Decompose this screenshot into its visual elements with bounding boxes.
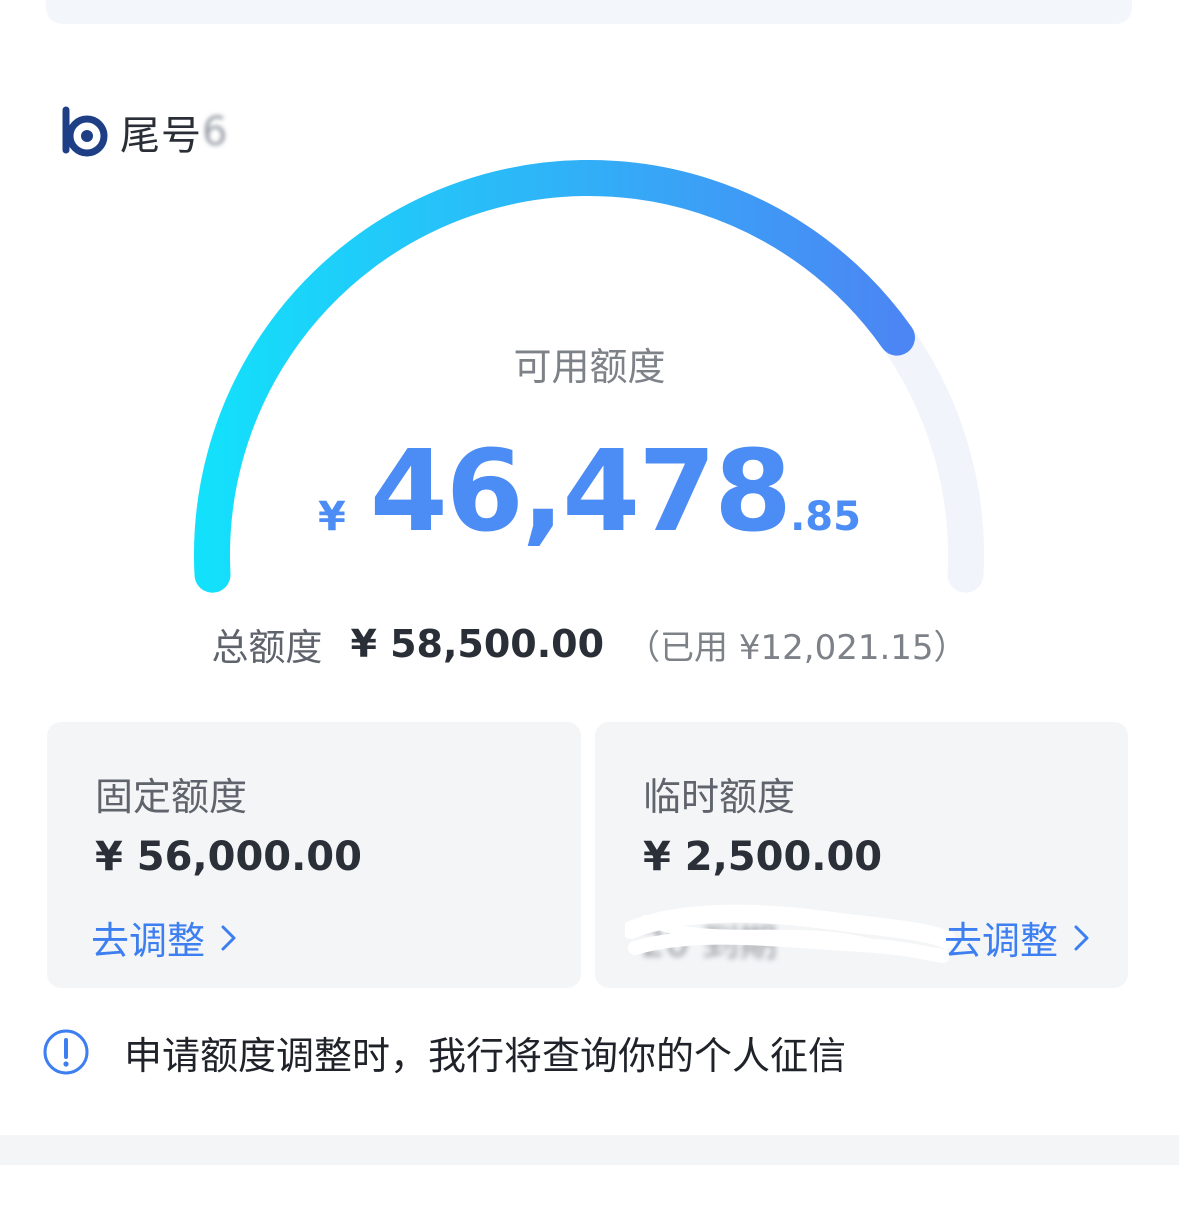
fixed-adjust-label: 去调整 bbox=[91, 919, 206, 963]
chevron-right-icon bbox=[1074, 925, 1089, 950]
temporary-credit-title: 临时额度 bbox=[643, 775, 796, 819]
chevron-right-icon bbox=[221, 925, 236, 950]
temporary-adjust-link[interactable]: 去调整 bbox=[944, 910, 1092, 965]
temporary-credit-amount: ¥ 2,500.00 bbox=[643, 834, 883, 880]
temporary-expiry-redacted: 20 到期 bbox=[625, 900, 955, 970]
available-credit-label: 可用额度 bbox=[513, 345, 666, 389]
section-divider bbox=[0, 1135, 1179, 1165]
total-credit-line: 总额度 ¥ 58,500.00 （已用 ¥12,021.15） bbox=[0, 616, 1179, 672]
credit-inquiry-notice: 申请额度调整时，我行将查询你的个人征信 bbox=[42, 1026, 846, 1078]
temporary-adjust-label: 去调整 bbox=[943, 919, 1058, 963]
fixed-credit-title: 固定额度 bbox=[95, 775, 248, 819]
fixed-credit-card: 固定额度 ¥ 56,000.00 去调整 bbox=[47, 722, 581, 988]
total-credit-amount: ¥ 58,500.00 bbox=[350, 622, 605, 666]
available-decimal: .85 bbox=[790, 494, 861, 540]
notice-text: 申请额度调整时，我行将查询你的个人征信 bbox=[124, 1033, 847, 1078]
available-integer: 46,478 bbox=[369, 427, 792, 557]
fixed-adjust-link[interactable]: 去调整 bbox=[91, 910, 239, 965]
info-icon bbox=[43, 1029, 89, 1075]
fixed-credit-amount: ¥ 56,000.00 bbox=[95, 834, 362, 880]
temporary-credit-card: 临时额度 ¥ 2,500.00 20 到期 去调整 bbox=[595, 722, 1128, 988]
redaction-scribble bbox=[625, 904, 955, 963]
used-credit-text: （已用 ¥12,021.15） bbox=[626, 627, 968, 668]
currency-symbol: ¥ bbox=[318, 494, 346, 540]
available-credit-amount: ¥ 46,478 .85 bbox=[0, 418, 1179, 548]
total-credit-label: 总额度 bbox=[211, 626, 323, 669]
